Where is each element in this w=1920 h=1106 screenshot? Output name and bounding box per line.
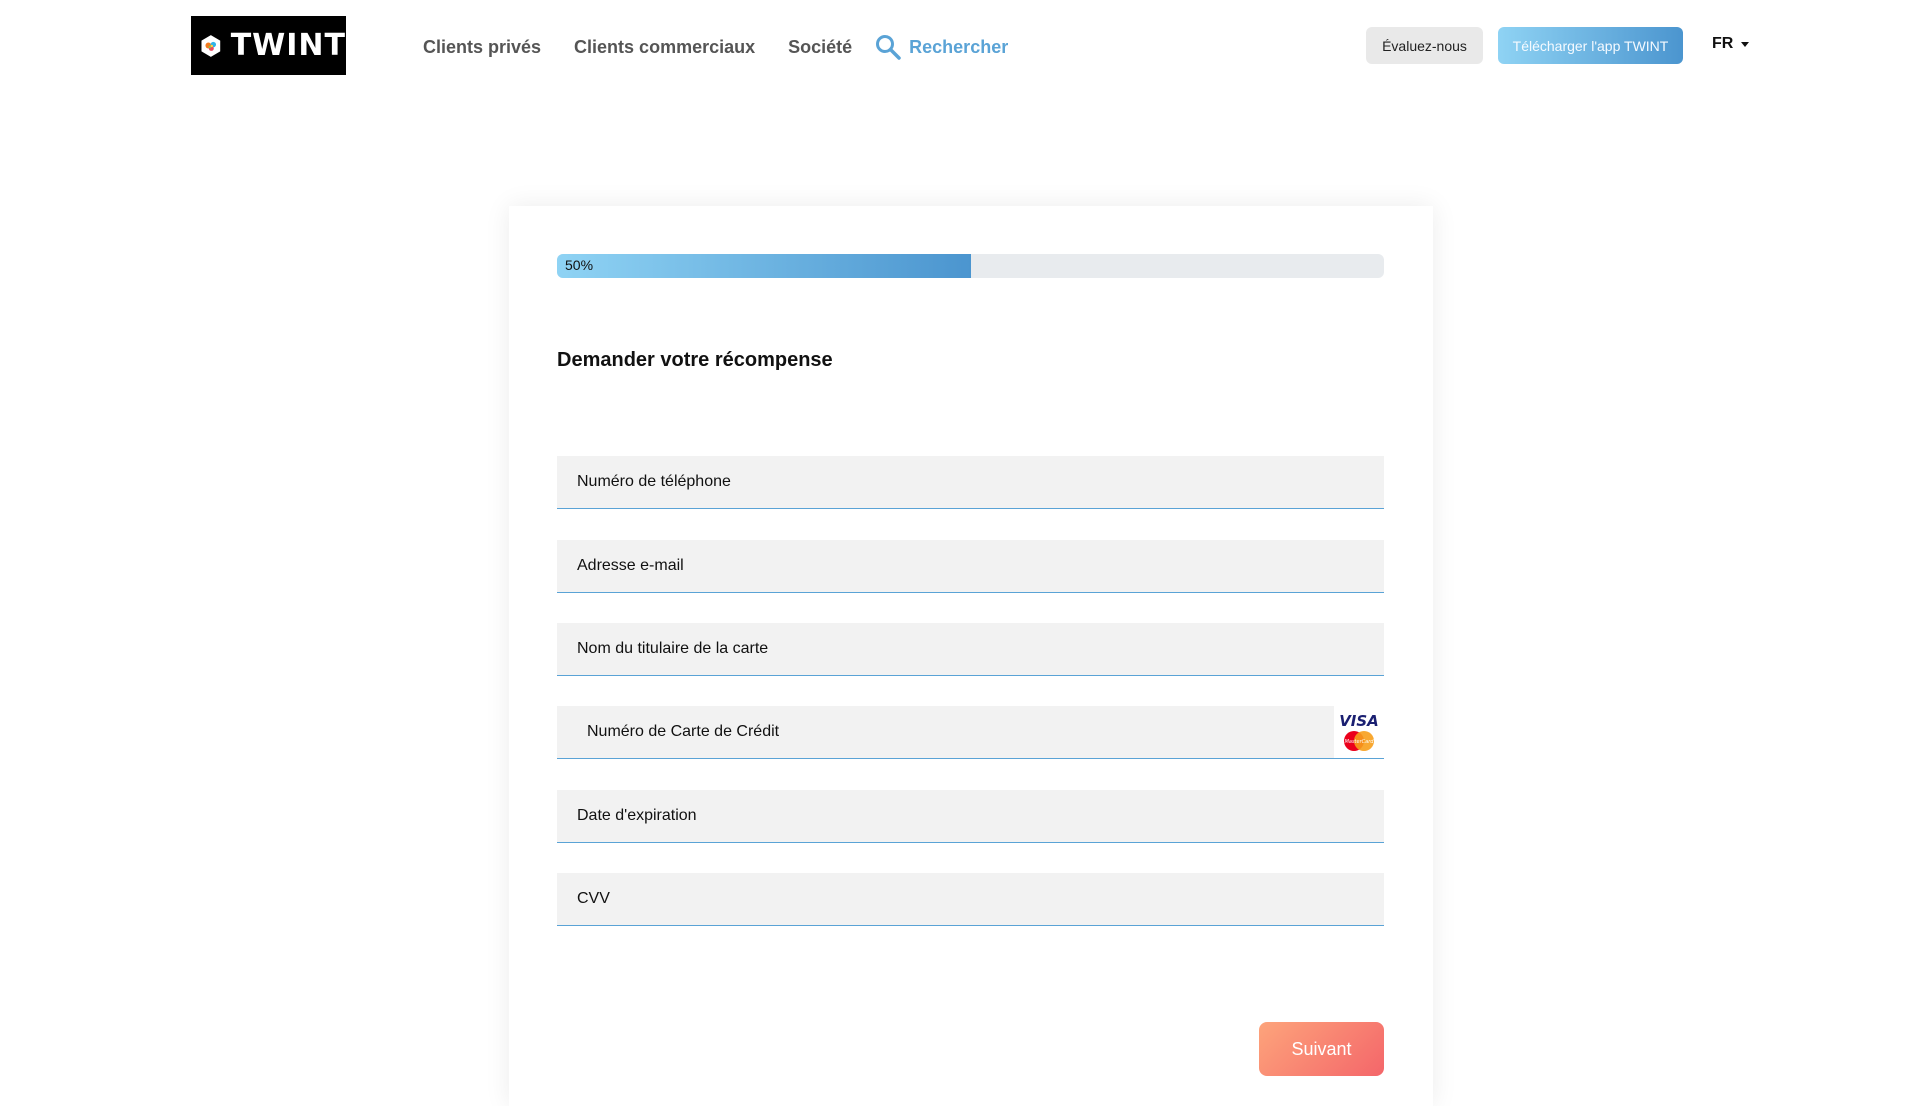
next-button[interactable]: Suivant — [1259, 1022, 1384, 1076]
site-header: TWINT Clients privés Clients commerciaux… — [0, 0, 1920, 92]
cardholder-field[interactable]: Nom du titulaire de la carte — [557, 623, 1384, 676]
twint-logo[interactable]: TWINT — [191, 16, 346, 75]
download-app-button[interactable]: Télécharger l'app TWINT — [1498, 27, 1683, 64]
nav-clients-prives[interactable]: Clients privés — [423, 37, 541, 58]
cardholder-field-placeholder: Nom du titulaire de la carte — [577, 640, 769, 657]
phone-field[interactable]: Numéro de téléphone — [557, 456, 1384, 509]
expiry-field[interactable]: Date d'expiration — [557, 790, 1384, 843]
search-icon — [876, 35, 901, 60]
mastercard-text: MasterCard — [1345, 739, 1375, 745]
language-selector[interactable]: FR — [1712, 35, 1750, 53]
reward-form-card: 50% Demander votre récompense Numéro de … — [509, 206, 1433, 1106]
card-brands: VISA MasterCard — [1334, 706, 1384, 758]
search-button[interactable]: Rechercher — [874, 33, 1008, 61]
cvv-field-placeholder: CVV — [577, 890, 610, 907]
logo-wordmark: TWINT — [230, 28, 346, 63]
twint-logo-icon — [201, 34, 221, 57]
chevron-down-icon — [1741, 41, 1750, 47]
mastercard-icon: MasterCard — [1344, 730, 1375, 751]
email-field-placeholder: Adresse e-mail — [577, 557, 684, 574]
rate-us-button[interactable]: Évaluez-nous — [1366, 27, 1483, 64]
progress-bar: 50% — [557, 254, 1384, 278]
main-nav: Clients privés Clients commerciaux Socié… — [423, 33, 1008, 61]
expiry-field-placeholder: Date d'expiration — [577, 807, 697, 824]
nav-societe[interactable]: Société — [788, 37, 852, 58]
visa-icon: VISA — [1339, 711, 1379, 730]
email-field[interactable]: Adresse e-mail — [557, 540, 1384, 593]
cvv-field[interactable]: CVV — [557, 873, 1384, 926]
form-title: Demander votre récompense — [557, 349, 833, 371]
nav-clients-commerciaux[interactable]: Clients commerciaux — [574, 37, 755, 58]
progress-label: 50% — [565, 257, 594, 273]
phone-field-placeholder: Numéro de téléphone — [577, 473, 731, 490]
card-number-field-placeholder: Numéro de Carte de Crédit — [587, 723, 780, 740]
language-label: FR — [1712, 35, 1734, 52]
progress-fill — [557, 254, 971, 278]
card-number-field[interactable]: Numéro de Carte de Crédit VISA MasterCar… — [557, 706, 1384, 759]
search-label: Rechercher — [909, 36, 1009, 57]
